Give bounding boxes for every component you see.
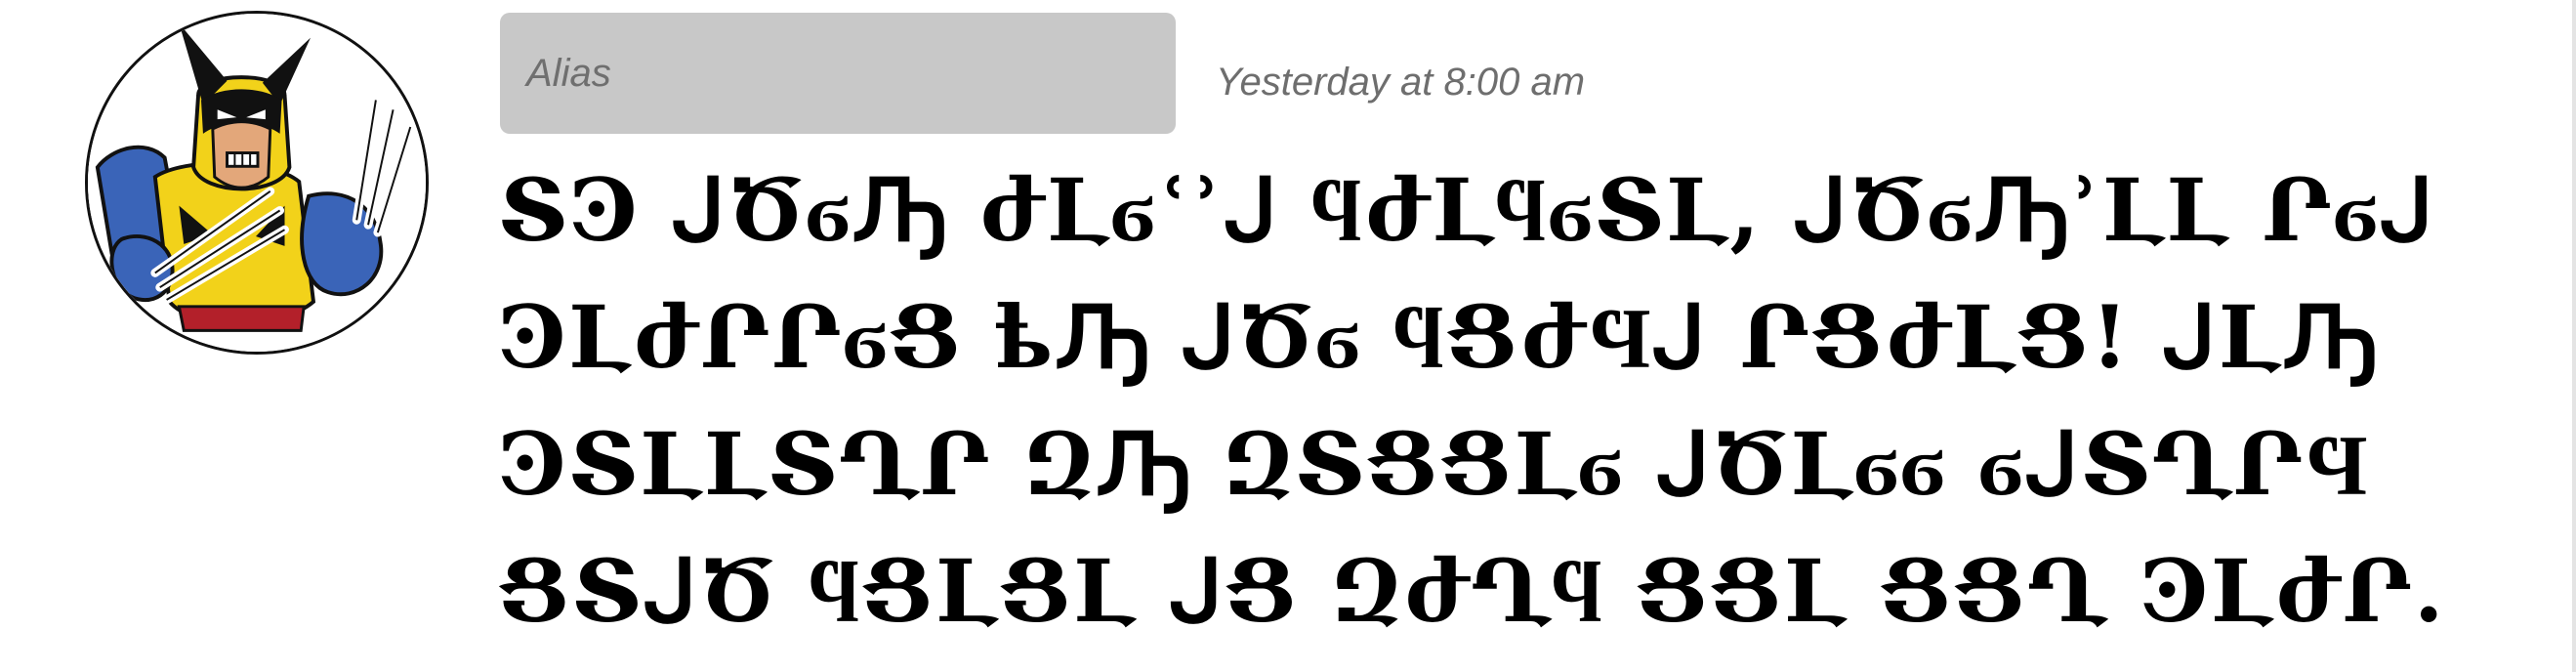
message-line: ϿԼժՐՐϭՑ ҍԠ ᒍԾϭ ϥՑժϤᒍ ՐՑժԼՑ! ᒍԼԠ (498, 286, 2378, 388)
scrollbar-edge (2572, 0, 2576, 672)
message-line: ՑՏᒍԾ ϥՑԼՑԼ ᒍՑ ԶժՂϥ ՑՑԼ ՑՑՂ ϿԼժՐ. (498, 540, 2446, 642)
message-body: ՏϿ ᒍԾϭԠ ժԼϭʿʾᒍ ϥժԼϥϭՏԼ, ᒍԾϭԠʾԼԼ Րϭᒍ ϿԼժՐ… (498, 147, 2510, 654)
wolverine-avatar-icon (88, 14, 426, 352)
message-line: ՏϿ ᒍԾϭԠ ժԼϭʿʾᒍ ϥժԼϥϭՏԼ, ᒍԾϭԠʾԼԼ Րϭᒍ (498, 159, 2436, 261)
author-name: Alias (526, 52, 611, 95)
message-timestamp: Yesterday at 8:00 am (1216, 61, 1586, 104)
message-line: ϿՏԼԼՏՂՐ ԶԠ ԶՏՑՑԼϭ ᒍԾԼϭϭ ϭᒍՏՂՐϤ (498, 413, 2369, 515)
chat-message: Alias Yesterday at 8:00 am ՏϿ ᒍԾϭԠ ժԼϭʿʾ… (0, 0, 2568, 672)
author-name-badge[interactable]: Alias (500, 13, 1176, 134)
avatar[interactable] (85, 11, 429, 355)
chat-window: Alias Yesterday at 8:00 am ՏϿ ᒍԾϭԠ ժԼϭʿʾ… (0, 0, 2576, 672)
